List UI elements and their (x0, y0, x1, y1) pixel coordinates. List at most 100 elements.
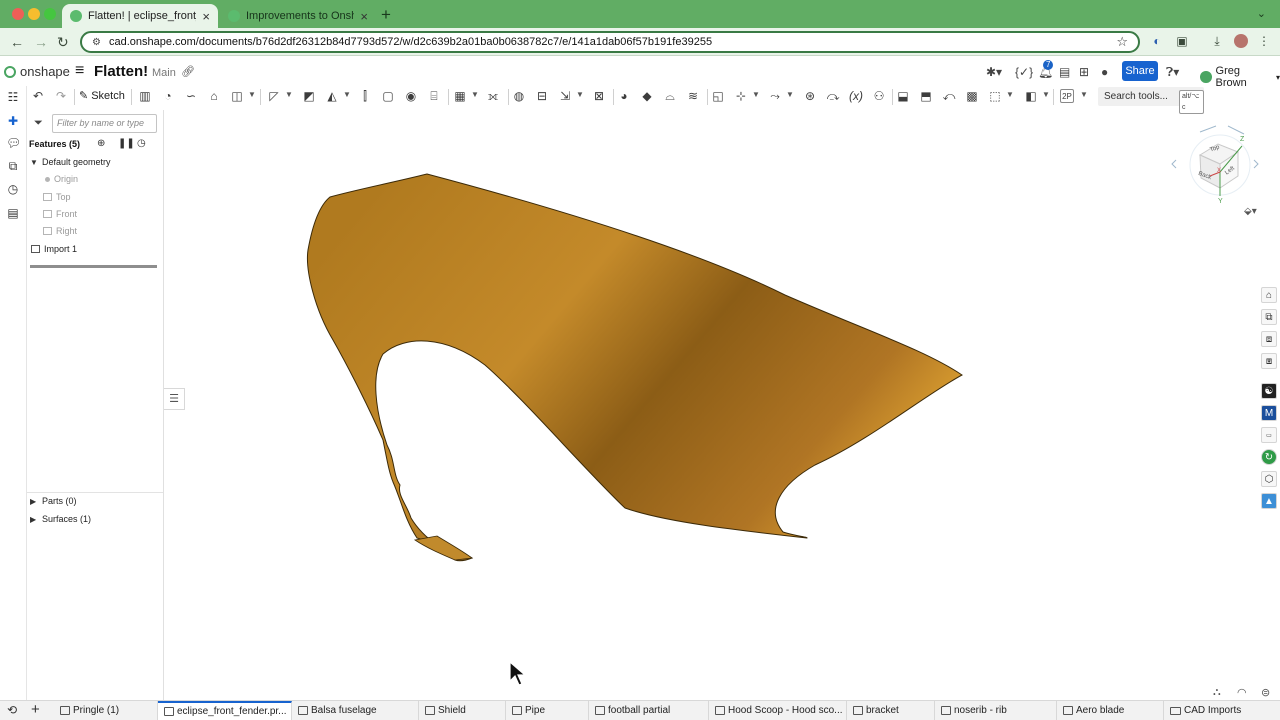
add-tab-button[interactable]: + (31, 701, 40, 718)
onshape-logo[interactable]: onshape (4, 64, 70, 79)
tab-hood-scoop[interactable]: Hood Scoop - Hood sco... (709, 701, 847, 720)
revolve-icon[interactable]: ◔ (161, 89, 175, 103)
tab-shield[interactable]: Shield (419, 701, 506, 720)
variables-icon[interactable]: ✚ (6, 114, 20, 128)
back-arrow-icon[interactable]: ← (10, 34, 24, 50)
app-store-icon[interactable]: ⊞ (1079, 65, 1089, 79)
tree-item-default-geometry[interactable]: ▼ Default geometry (30, 157, 111, 167)
plugin-icon[interactable]: 2P (1060, 89, 1074, 103)
graphics-viewport[interactable] (165, 110, 1255, 700)
view-cube[interactable]: Top Back Left Z Y X ⬙▾ (1170, 120, 1260, 220)
finish-sheet-metal-icon[interactable]: ▩ (965, 89, 979, 103)
app-tool-3-icon[interactable]: ▭ (1261, 427, 1277, 443)
configurator-icon[interactable]: ⚇ (872, 89, 886, 103)
delete-part-icon[interactable]: ⊠ (592, 89, 606, 103)
chevron-down-icon[interactable]: ▼ (248, 90, 256, 99)
password-manager-icon[interactable]: ◐ (1150, 34, 1164, 48)
extensions-puzzle-icon[interactable]: ▣ (1175, 34, 1189, 48)
bom-icon[interactable]: ▤ (6, 206, 20, 220)
search-tools-input[interactable]: Search tools... alt/⌥ c (1098, 87, 1204, 114)
flange-icon[interactable]: ⬒ (919, 89, 933, 103)
featurescript-icon[interactable]: {✓} (1015, 65, 1033, 79)
tab-pipe[interactable]: Pipe (506, 701, 589, 720)
tab-football-partial[interactable]: football partial (589, 701, 709, 720)
chevron-down-icon[interactable]: ▼ (576, 90, 584, 99)
history-icon[interactable]: ◷ (6, 182, 20, 196)
tab-manager-icon[interactable]: ⟲ (7, 703, 17, 717)
draft-icon[interactable]: ◭ (325, 89, 339, 103)
pause-icon[interactable]: ❚❚ (118, 138, 135, 149)
document-menu-icon[interactable]: ≡ (75, 62, 84, 80)
plane-icon[interactable]: ◱ (711, 89, 725, 103)
reload-icon[interactable]: ↻ (57, 34, 69, 51)
tab-search-chevron-icon[interactable]: ⌄ (1257, 7, 1266, 20)
chamfer-icon[interactable]: ◩ (302, 89, 316, 103)
configurations-panel-icon[interactable]: ⧈ (1261, 331, 1277, 347)
chevron-down-icon[interactable]: ▼ (1080, 90, 1088, 99)
sheet-metal-icon[interactable]: ⬓ (896, 89, 910, 103)
pattern-icon[interactable]: ▦ (453, 89, 467, 103)
offset-surface-icon[interactable]: ≋ (686, 89, 700, 103)
app-tool-5-icon[interactable]: ⬡ (1261, 471, 1277, 487)
measure-panel-icon[interactable]: ⧆ (1261, 353, 1277, 369)
site-settings-icon[interactable]: ⚙ (92, 37, 101, 48)
fit-spline-icon[interactable]: ⤼ (826, 89, 840, 103)
close-tab-icon[interactable]: × (202, 9, 210, 24)
profile-avatar[interactable] (1234, 34, 1248, 48)
tree-item-front-plane[interactable]: Front (43, 209, 77, 219)
view-cube-graphic[interactable] (1170, 120, 1260, 220)
app-tool-4-icon[interactable]: ↻ (1261, 449, 1277, 465)
section-view-icon[interactable]: ◧ (1024, 89, 1038, 103)
forward-arrow-icon[interactable]: → (34, 34, 48, 50)
transform-icon[interactable]: ⇲ (558, 89, 572, 103)
rollback-bar[interactable] (30, 265, 157, 268)
share-button[interactable]: Share (1122, 61, 1158, 81)
parts-panel-icon[interactable]: ⧉ (1261, 309, 1277, 325)
tree-item-origin[interactable]: Origin (45, 174, 78, 184)
view-options-icon[interactable]: ⬙▾ (1244, 206, 1257, 217)
close-tab-icon[interactable]: × (360, 9, 368, 24)
split-icon[interactable]: ⊟ (535, 89, 549, 103)
document-properties-icon[interactable]: ▤ (1059, 65, 1070, 79)
boolean-icon[interactable]: ◍ (512, 89, 526, 103)
browser-menu-icon[interactable]: ⋮ (1257, 34, 1271, 48)
hole-icon[interactable]: ◉ (404, 89, 418, 103)
tab-aero-blade[interactable]: Aero blade (1057, 701, 1164, 720)
chevron-down-icon[interactable]: ▼ (343, 90, 351, 99)
replace-face-icon[interactable]: ⌓ (663, 89, 677, 103)
bug-report-icon[interactable]: ✱▾ (986, 65, 1002, 79)
tab-pringle[interactable]: Pringle (1) (54, 701, 158, 720)
tree-item-import[interactable]: Import 1 (31, 244, 77, 254)
feature-filter-input[interactable]: Filter by name or type (52, 114, 157, 133)
tree-item-parts[interactable]: ▶ Parts (0) (30, 496, 77, 506)
minimize-window-button[interactable] (28, 8, 40, 20)
app-tool-6-icon[interactable]: ▲ (1261, 493, 1277, 509)
shell-icon[interactable]: ▢ (381, 89, 395, 103)
cylinder-icon[interactable]: ⌸ (427, 89, 441, 103)
modify-fillet-icon[interactable]: ◕ (617, 89, 631, 103)
bend-icon[interactable]: ⤺ (942, 89, 956, 103)
address-bar[interactable]: ⚙ cad.onshape.com/documents/b76d2df26312… (80, 31, 1140, 53)
browser-tab-improvements[interactable]: Improvements to Onshape - J × (220, 4, 376, 28)
tab-eclipse-front-fender[interactable]: eclipse_front_fender.pr... (158, 701, 292, 720)
view-mode-icon[interactable]: ⊜ (1261, 686, 1270, 699)
sketch-button[interactable]: ✎ Sketch (79, 89, 125, 103)
appearance-panel-icon[interactable]: ⌂ (1261, 287, 1277, 303)
undo-icon[interactable]: ↶ (31, 89, 45, 103)
comments-icon[interactable]: 💬︎ (6, 136, 21, 150)
fillet-icon[interactable]: ◸ (267, 89, 281, 103)
mate-connector-icon[interactable]: ⊹ (734, 89, 748, 103)
bookmark-star-icon[interactable]: ☆ (1116, 34, 1128, 50)
close-window-button[interactable] (12, 8, 24, 20)
chevron-down-icon[interactable]: ▼ (786, 90, 794, 99)
tab-noserib-rib[interactable]: noserib - rib (935, 701, 1057, 720)
branch-name[interactable]: Main (152, 67, 176, 79)
chevron-down-icon[interactable]: ▼ (285, 90, 293, 99)
tree-item-surfaces[interactable]: ▶ Surfaces (1) (30, 514, 91, 524)
new-tab-button[interactable]: + (381, 5, 391, 25)
app-tool-2-icon[interactable]: M (1261, 405, 1277, 421)
tab-bracket[interactable]: bracket (847, 701, 935, 720)
tab-cad-imports[interactable]: CAD Imports (1164, 701, 1280, 720)
render-mode-icon[interactable]: ◠ (1237, 686, 1247, 699)
fender-surface[interactable] (306, 173, 963, 562)
